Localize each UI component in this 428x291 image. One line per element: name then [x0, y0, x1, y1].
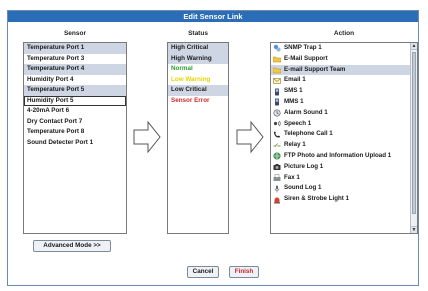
advanced-mode-button[interactable]: Advanced Mode >> — [33, 240, 111, 252]
scroll-down-icon[interactable]: ▼ — [411, 226, 417, 233]
sensor-item[interactable]: Dry Contact Port 7 — [24, 117, 126, 128]
sensor-item[interactable]: Temperature Port 5 — [24, 85, 126, 96]
sensor-item[interactable]: Humidity Port 5 — [24, 95, 126, 106]
action-item[interactable]: Siren & Strobe Light 1 — [271, 194, 411, 205]
status-item[interactable]: High Critical — [168, 43, 228, 54]
action-label: Email 1 — [284, 76, 306, 84]
cancel-button[interactable]: Cancel — [187, 266, 219, 278]
alarm-icon — [273, 109, 281, 117]
action-label: Alarm Sound 1 — [284, 108, 328, 116]
action-label: Telephone Call 1 — [284, 130, 333, 138]
fax-icon — [273, 174, 281, 182]
snmp-icon — [273, 44, 281, 52]
siren-icon — [273, 196, 281, 204]
email-icon — [273, 77, 281, 85]
status-item[interactable]: Low Critical — [168, 85, 228, 96]
finish-button[interactable]: Finish — [229, 266, 259, 278]
action-item[interactable]: Alarm Sound 1 — [271, 108, 411, 119]
microphone-icon — [273, 185, 281, 193]
scroll-up-icon[interactable]: ▲ — [411, 43, 417, 50]
action-item[interactable]: SNMP Trap 1 — [271, 43, 411, 54]
sensor-column-header: Sensor — [63, 30, 87, 37]
status-column-header: Status — [188, 30, 208, 37]
phone-icon — [273, 98, 281, 106]
action-label: FTP Photo and Information Upload 1 — [284, 151, 392, 159]
action-item[interactable]: Picture Log 1 — [271, 162, 411, 173]
action-list[interactable]: SNMP Trap 1 E-Mail Support E-mail Suppor… — [270, 42, 418, 234]
status-item[interactable]: Sensor Error — [168, 95, 228, 106]
status-item[interactable]: High Warning — [168, 53, 228, 64]
action-item[interactable]: Telephone Call 1 — [271, 129, 411, 140]
action-label: SMS 1 — [284, 87, 303, 95]
action-column-header: Action — [333, 30, 355, 37]
folder-icon — [272, 55, 282, 63]
ftp-icon — [273, 152, 281, 160]
action-item[interactable]: Sound Log 1 — [271, 183, 411, 194]
phone-icon — [273, 88, 281, 96]
action-label: E-Mail Support — [284, 54, 328, 62]
sensor-list[interactable]: Temperature Port 1 Temperature Port 3 Te… — [23, 42, 127, 234]
sensor-item[interactable]: Temperature Port 3 — [24, 54, 126, 65]
arrow-right-icon — [133, 120, 161, 154]
action-item[interactable]: E-mail Support Team — [271, 64, 411, 76]
arrow-right-icon — [236, 120, 264, 154]
sensor-item[interactable]: Temperature Port 1 — [24, 43, 126, 54]
action-item[interactable]: MMS 1 — [271, 97, 411, 108]
sensor-item[interactable]: Temperature Port 4 — [24, 64, 126, 75]
action-label: MMS 1 — [284, 97, 304, 105]
action-item[interactable]: Relay 1 — [271, 140, 411, 151]
sensor-item[interactable]: Humidity Port 4 — [24, 75, 126, 86]
action-item[interactable]: Email 1 — [271, 75, 411, 86]
action-item[interactable]: Speech 1 — [271, 119, 411, 130]
sensor-item[interactable]: Sound Detecter Port 1 — [24, 138, 126, 149]
action-item[interactable]: Fax 1 — [271, 173, 411, 184]
status-list[interactable]: High Critical High Warning Normal Low Wa… — [167, 42, 229, 234]
status-item[interactable]: Normal — [168, 64, 228, 75]
action-label: E-mail Support Team — [284, 65, 346, 73]
action-label: Relay 1 — [284, 141, 306, 149]
scrollbar-thumb[interactable] — [412, 52, 416, 214]
action-label: Picture Log 1 — [284, 162, 324, 170]
folder-icon — [272, 66, 282, 74]
action-label: Siren & Strobe Light 1 — [284, 195, 349, 203]
action-label: Fax 1 — [284, 173, 300, 181]
sensor-item[interactable]: 4-20mA Port 6 — [24, 106, 126, 117]
status-item[interactable]: Low Warning — [168, 74, 228, 85]
dialog-title: Edit Sensor Link — [8, 11, 418, 22]
action-item[interactable]: FTP Photo and Information Upload 1 — [271, 151, 411, 162]
camera-icon — [273, 163, 281, 171]
relay-icon — [273, 142, 281, 150]
action-list-scrollbar[interactable]: ▲ ▼ — [410, 43, 417, 233]
sensor-item[interactable]: Temperature Port 8 — [24, 127, 126, 138]
speech-icon — [273, 120, 281, 128]
action-item[interactable]: SMS 1 — [271, 86, 411, 97]
action-label: Sound Log 1 — [284, 184, 322, 192]
telephone-icon — [273, 131, 281, 139]
action-item[interactable]: E-Mail Support — [271, 54, 411, 65]
action-label: SNMP Trap 1 — [284, 44, 322, 51]
action-label: Speech 1 — [284, 119, 312, 127]
